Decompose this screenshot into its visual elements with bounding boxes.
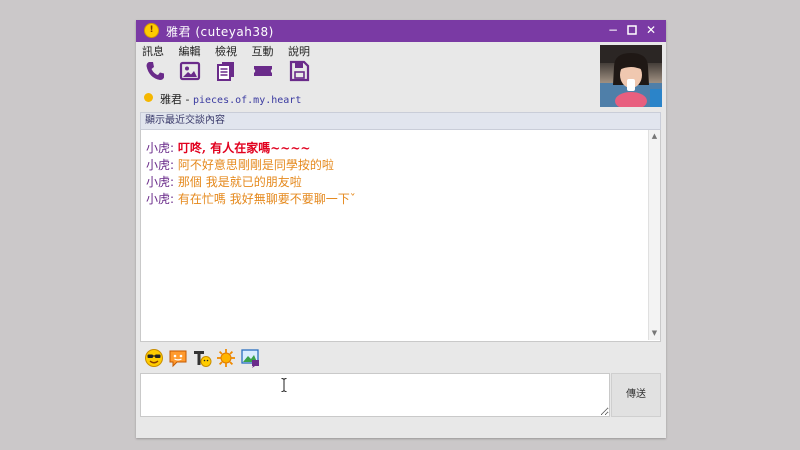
show-history-link[interactable]: 顯示最近交談內容 xyxy=(140,112,661,130)
message-text: 有在忙嗎 我好無聊要不要聊一下ˇ xyxy=(177,192,356,206)
scroll-down-icon[interactable]: ▼ xyxy=(650,329,659,338)
status-separator: - xyxy=(182,93,193,106)
menu-edit[interactable]: 編輯 xyxy=(179,43,201,59)
message-list: 小虎: 叮咚, 有人在家嗎~~~~ 小虎: 阿不好意思剛剛是同學按的啦 小虎: 那個… xyxy=(146,140,646,208)
window-title: 雅君 (cuteyah38) xyxy=(166,25,274,39)
message-text: 那個 我是就已的朋友啦 xyxy=(177,175,302,189)
save-icon[interactable] xyxy=(288,60,310,82)
messenger-window: ! 雅君 (cuteyah38) − ✕ 訊息 編輯 檢視 互動 說明 雅君 -… xyxy=(136,20,666,438)
message-row: 小虎: 叮咚, 有人在家嗎~~~~ xyxy=(146,140,646,157)
menu-view[interactable]: 檢視 xyxy=(215,43,237,59)
message-row: 小虎: 那個 我是就已的朋友啦 xyxy=(146,174,646,191)
speech-bubble-icon[interactable] xyxy=(168,348,188,368)
documents-icon[interactable] xyxy=(215,60,237,82)
close-button[interactable]: ✕ xyxy=(644,22,658,38)
scroll-up-icon[interactable]: ▲ xyxy=(650,132,659,141)
message-text: 阿不好意思剛剛是同學按的啦 xyxy=(177,158,334,172)
status-message: pieces.of.my.heart xyxy=(192,95,302,106)
message-row: 小虎: 有在忙嗎 我好無聊要不要聊一下ˇ xyxy=(146,191,646,208)
minimize-button[interactable]: − xyxy=(606,22,620,38)
message-input[interactable] xyxy=(140,373,610,417)
menu-message[interactable]: 訊息 xyxy=(142,43,164,59)
sun-icon[interactable] xyxy=(216,348,236,368)
message-sender: 小虎: xyxy=(146,192,175,206)
menu-interact[interactable]: 互動 xyxy=(252,43,274,59)
chat-scrollbar[interactable]: ▲ ▼ xyxy=(648,130,660,340)
maximize-icon xyxy=(627,25,637,35)
menu-help[interactable]: 說明 xyxy=(288,43,310,59)
phone-icon[interactable] xyxy=(144,60,166,82)
message-sender: 小虎: xyxy=(146,158,175,172)
image-icon[interactable] xyxy=(179,60,201,82)
smiley-sunglasses-icon[interactable] xyxy=(144,348,164,368)
contact-avatar[interactable] xyxy=(600,45,662,107)
maximize-button[interactable] xyxy=(625,22,639,38)
message-text: 叮咚, 有人在家嗎~~~~ xyxy=(177,141,311,155)
photo-share-icon[interactable] xyxy=(240,348,260,368)
ticket-icon[interactable] xyxy=(252,60,274,82)
text-cursor-icon xyxy=(281,378,287,392)
font-icon[interactable] xyxy=(192,348,212,368)
send-button[interactable]: 傳送 xyxy=(611,373,661,417)
title-bar[interactable]: ! 雅君 (cuteyah38) − ✕ xyxy=(136,20,666,42)
messenger-logo-icon: ! xyxy=(144,23,159,38)
message-row: 小虎: 阿不好意思剛剛是同學按的啦 xyxy=(146,157,646,174)
chat-history: 小虎: 叮咚, 有人在家嗎~~~~ 小虎: 阿不好意思剛剛是同學按的啦 小虎: 那個… xyxy=(140,130,661,342)
message-sender: 小虎: xyxy=(146,175,175,189)
message-sender: 小虎: xyxy=(146,141,175,155)
status-indicator-icon xyxy=(144,93,153,102)
menu-bar: 訊息 編輯 檢視 互動 說明 xyxy=(142,43,321,59)
contact-name: 雅君 xyxy=(160,93,182,106)
